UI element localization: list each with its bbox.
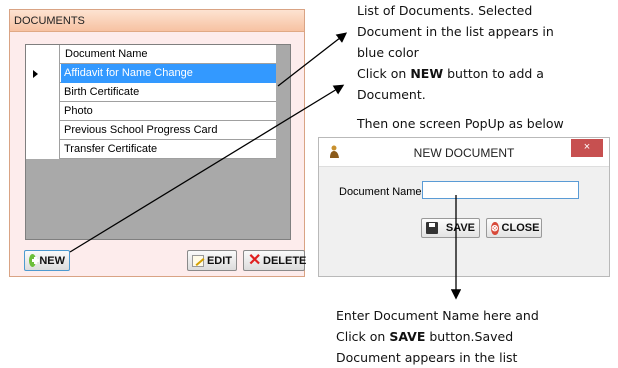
annotation-arrows — [69, 32, 462, 300]
arrow-to-list-note — [277, 32, 348, 87]
arrow-to-new-note — [69, 84, 345, 253]
